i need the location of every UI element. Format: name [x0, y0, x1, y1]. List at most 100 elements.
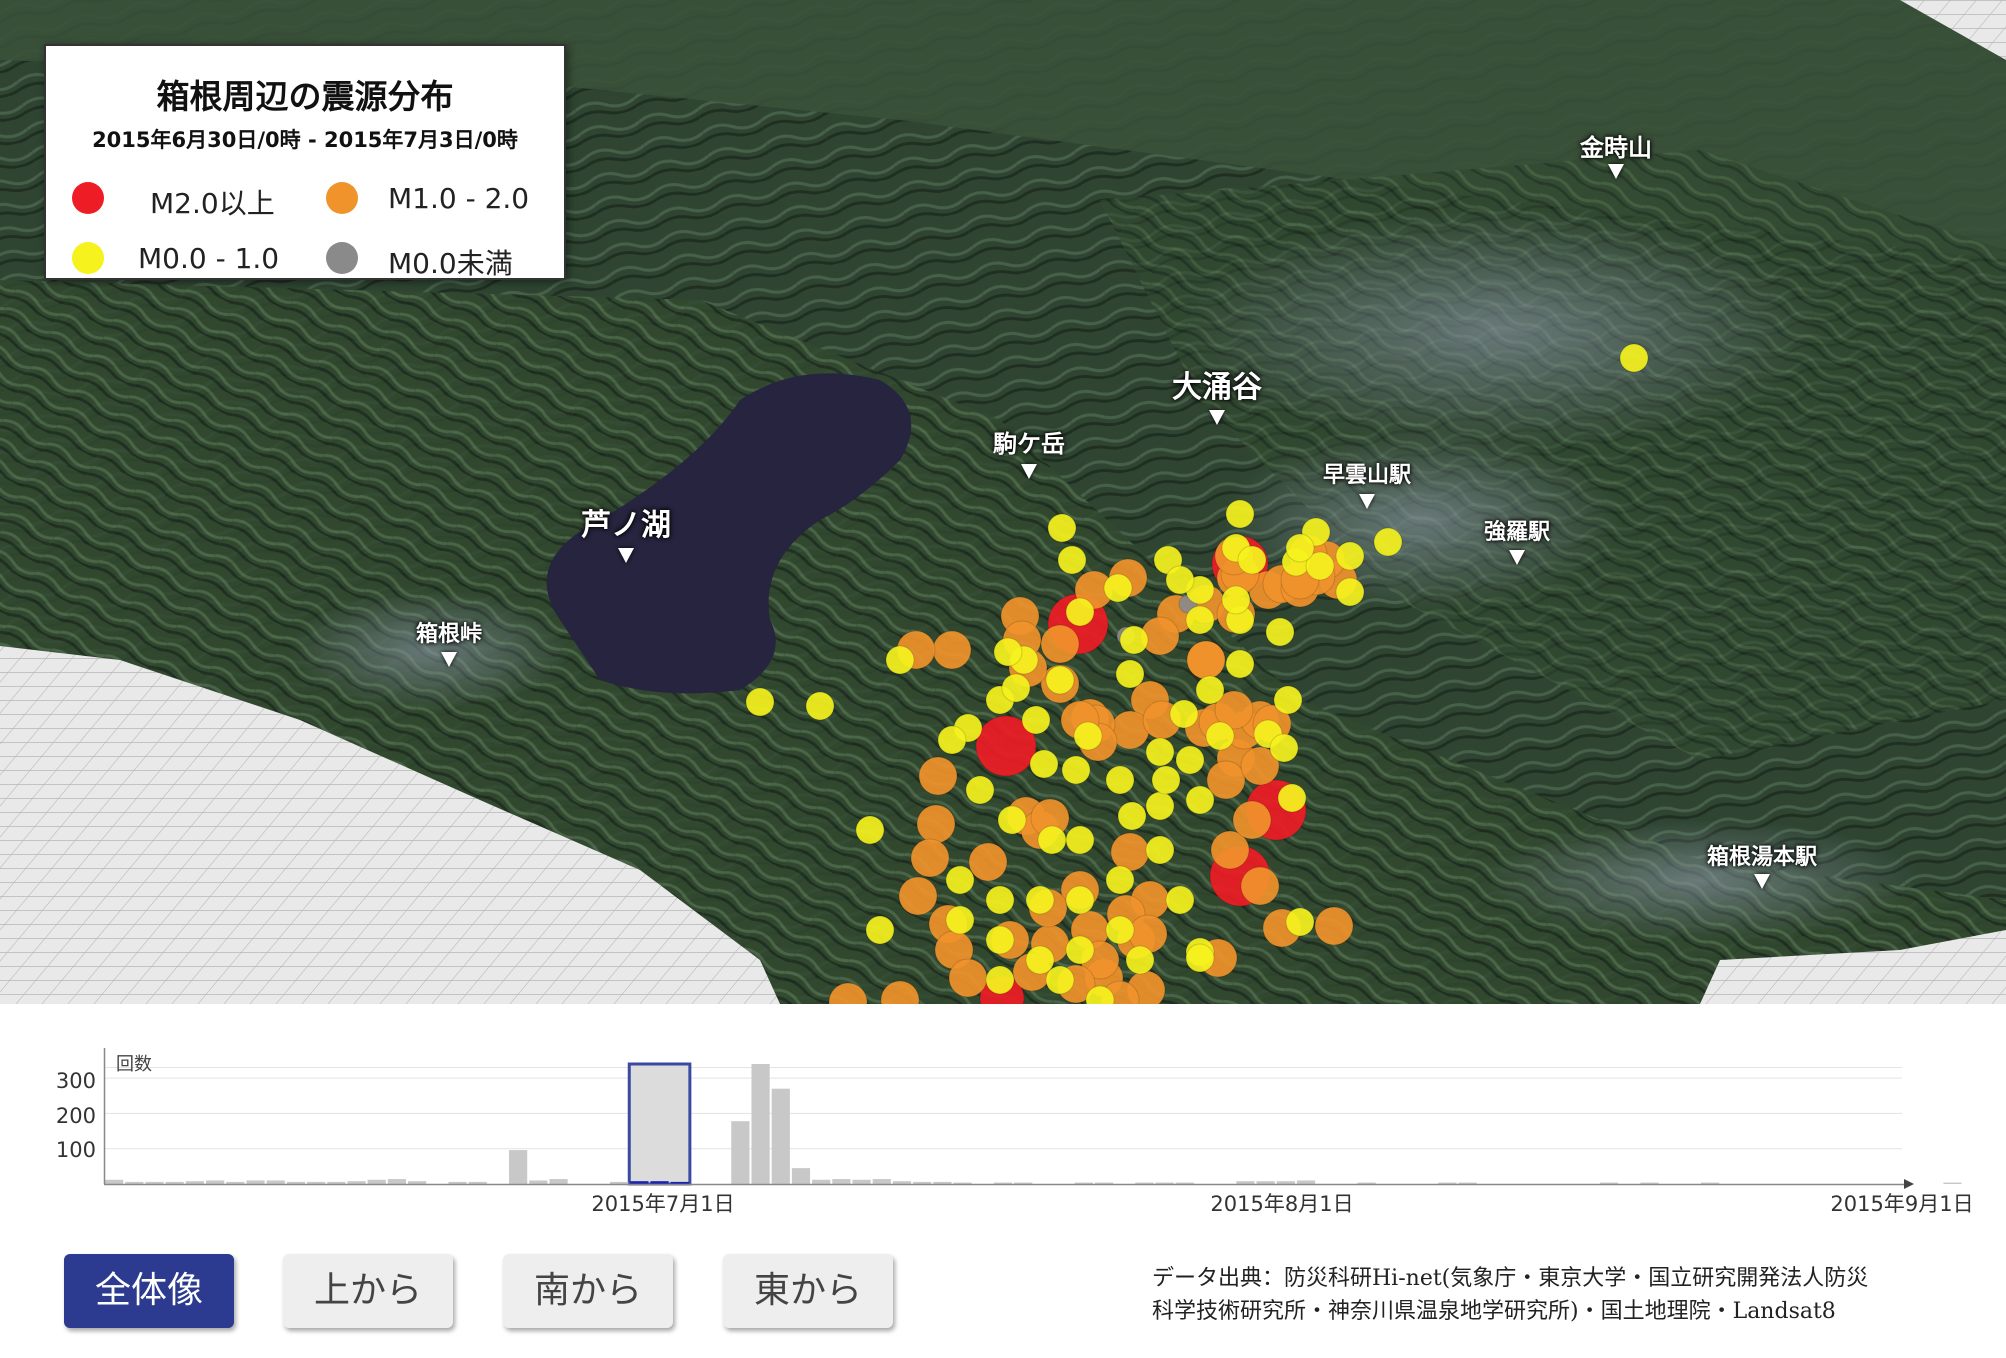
hypocenter-point — [1195, 675, 1225, 705]
place-marker-hakone-toge — [441, 652, 457, 667]
histogram-bar — [872, 1179, 891, 1184]
overview-view-button[interactable]: 全体像 — [64, 1254, 234, 1328]
hypocenter-point — [1117, 801, 1147, 831]
top-view-button[interactable]: 上から — [283, 1254, 453, 1328]
place-label-ashinoko: 芦ノ湖 — [581, 508, 671, 543]
hypocenter-point — [1165, 565, 1195, 595]
hypocenter-point — [1185, 605, 1215, 635]
histogram-bar — [185, 1181, 205, 1184]
hypocenter-point — [1277, 783, 1307, 813]
hypocenter-point — [993, 637, 1023, 667]
hypocenter-point — [745, 687, 775, 717]
histogram-bar — [1943, 1182, 1962, 1184]
histogram-bar — [1236, 1181, 1255, 1184]
hypocenter-point — [918, 756, 958, 796]
histogram-bar — [125, 1181, 144, 1184]
hypocenter-point — [1240, 866, 1280, 906]
histogram-bar — [913, 1181, 932, 1184]
hypocenter-point — [945, 905, 975, 935]
hypocenter-point — [1205, 721, 1235, 751]
histogram-bar — [347, 1181, 366, 1184]
histogram-bar — [226, 1181, 245, 1184]
hypocenter-point — [1057, 545, 1087, 575]
histogram-bar — [549, 1179, 568, 1184]
histogram-bar — [367, 1179, 386, 1184]
place-marker-yumoto-station — [1754, 874, 1770, 889]
histogram-bar — [468, 1181, 487, 1184]
event-count-histogram[interactable] — [0, 1004, 2006, 1234]
histogram-bar — [145, 1181, 164, 1184]
hypocenter-point — [948, 958, 988, 998]
hypocenter-point — [1145, 835, 1175, 865]
hypocenter-point — [916, 804, 956, 844]
hypocenter-point — [1225, 499, 1255, 529]
hypocenter-point — [1045, 965, 1075, 995]
histogram-bar — [892, 1181, 912, 1184]
histogram-bar — [266, 1180, 285, 1184]
histogram-bar — [206, 1180, 225, 1184]
histogram-bar — [387, 1179, 407, 1184]
hypocenter-point — [997, 805, 1027, 835]
histogram-bar — [852, 1179, 871, 1184]
hypocenter-point — [1001, 673, 1031, 703]
east-view-button[interactable]: 東から — [723, 1254, 893, 1328]
hypocenter-point — [1115, 659, 1145, 689]
hypocenter-point — [1065, 597, 1095, 627]
legend-label: M1.0 - 2.0 — [388, 182, 530, 215]
hypocenter-point — [898, 876, 938, 916]
histogram-bar — [791, 1168, 811, 1184]
hypocenter-point — [1065, 885, 1095, 915]
legend-item-below-m0: M0.0未満 — [326, 238, 556, 280]
histogram-bar — [1276, 1181, 1295, 1184]
hypocenter-point — [1105, 865, 1135, 895]
histogram-bar — [327, 1181, 346, 1184]
histogram-bar — [509, 1150, 528, 1184]
hypocenter-point — [1285, 533, 1315, 563]
hypocenter-point — [1314, 906, 1354, 946]
histogram-bar — [933, 1181, 952, 1184]
histogram-bar — [670, 1181, 689, 1184]
hypocenter-point — [1040, 624, 1080, 664]
hypocenter-point — [1151, 765, 1181, 795]
hypocenter-point — [865, 915, 895, 945]
hypocenter-point — [805, 691, 835, 721]
hypocenter-point — [1110, 832, 1150, 872]
hypocenter-point — [1335, 541, 1365, 571]
gray-circle-icon — [326, 242, 358, 274]
time-range-selector[interactable] — [627, 1062, 692, 1186]
hypocenter-point — [1185, 943, 1215, 973]
hypocenter-point — [1037, 825, 1067, 855]
hypocenter-point — [965, 775, 995, 805]
hypocenter-point — [1273, 685, 1303, 715]
hypocenter-point — [1165, 885, 1195, 915]
histogram-bar — [610, 1181, 629, 1184]
legend-title: 箱根周辺の震源分布 — [156, 77, 454, 116]
place-label-gora-station: 強羅駅 — [1483, 520, 1551, 545]
histogram-bar — [630, 1181, 649, 1184]
red-circle-icon — [72, 182, 104, 214]
y-tick-label: 300 — [55, 1069, 96, 1093]
histogram-bar — [771, 1088, 790, 1184]
histogram-bar — [1256, 1181, 1275, 1184]
hypocenter-point — [1073, 721, 1103, 751]
histogram-bar — [307, 1181, 326, 1184]
legend-item-m2-plus: M2.0以上 — [72, 178, 292, 220]
yellow-circle-icon — [72, 242, 104, 274]
map-3d-view[interactable]: 金時山 大涌谷 駒ケ岳 早雲山駅 芦ノ湖 強羅駅 箱根峠 箱根湯本駅 箱根周辺の… — [0, 0, 2006, 1004]
histogram-bar — [832, 1179, 851, 1184]
place-label-soun-station: 早雲山駅 — [1322, 463, 1412, 488]
south-view-button[interactable]: 南から — [503, 1254, 673, 1328]
magnitude-legend: 箱根周辺の震源分布 2015年6月30日/0時 - 2015年7月3日/0時 M… — [44, 44, 566, 280]
legend-label: M0.0未満 — [388, 247, 513, 280]
legend-item-m1-m2: M1.0 - 2.0 — [326, 178, 556, 218]
histogram-bar — [165, 1181, 184, 1184]
hypocenter-point — [1335, 577, 1365, 607]
histogram-bar — [408, 1181, 427, 1184]
hypocenter-point — [968, 842, 1008, 882]
hypocenter-point — [985, 925, 1015, 955]
hypocenter-point — [1145, 791, 1175, 821]
hypocenter-point — [1047, 513, 1077, 543]
histogram-bar — [731, 1121, 750, 1184]
histogram-bar — [812, 1179, 831, 1184]
hypocenter-point — [1119, 625, 1149, 655]
